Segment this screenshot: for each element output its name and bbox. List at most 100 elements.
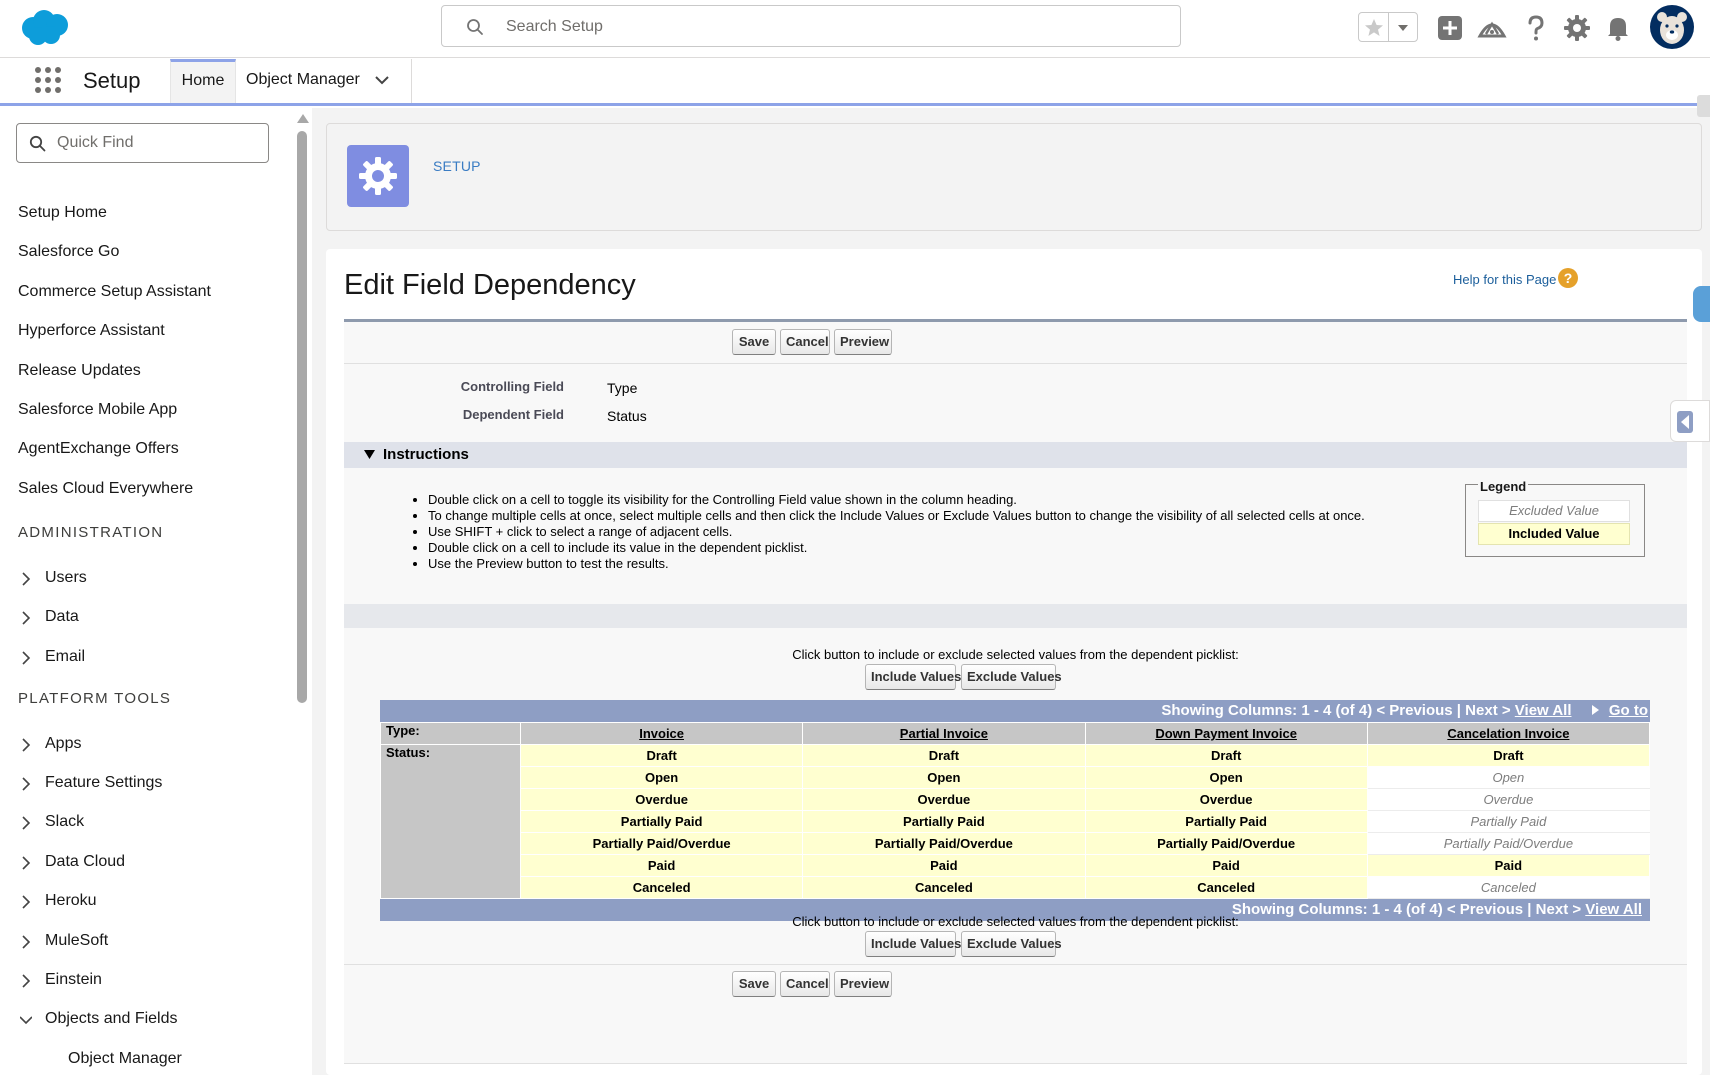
included-value-cell[interactable]: Partially Paid/Overdue: [1084, 832, 1368, 855]
help-for-this-page-link[interactable]: Help for this Page: [1453, 272, 1556, 287]
global-search[interactable]: [441, 5, 1181, 47]
tab-object-manager[interactable]: Object Manager: [236, 59, 412, 103]
preview-button-top[interactable]: Preview: [834, 329, 892, 355]
chevron-right-icon[interactable]: [20, 572, 32, 586]
help-question-icon[interactable]: [1520, 12, 1552, 44]
chevron-right-icon[interactable]: [20, 935, 32, 949]
help-question-icon[interactable]: ?: [1558, 268, 1578, 288]
edit-dependency-card: Edit Field Dependency Help for this Page…: [326, 249, 1702, 1075]
user-avatar[interactable]: [1650, 5, 1694, 49]
gear-icon[interactable]: [1561, 12, 1593, 44]
sidebar-link-sales-cloud-everywhere[interactable]: Sales Cloud Everywhere: [18, 480, 193, 498]
sidebar-link-commerce-setup-assistant[interactable]: Commerce Setup Assistant: [18, 283, 211, 301]
main-content: SETUP Edit Field Dependency Help for thi…: [312, 108, 1710, 1075]
cancel-button-top[interactable]: Cancel: [780, 329, 830, 355]
legend-excluded-value: Excluded Value: [1478, 500, 1630, 522]
include-values-button-bottom[interactable]: Include Values: [865, 931, 961, 957]
collapse-panel-tab[interactable]: [1670, 400, 1710, 442]
included-value-cell[interactable]: Paid: [1366, 854, 1651, 877]
column-header[interactable]: Invoice: [519, 722, 804, 745]
included-value-cell[interactable]: Paid: [519, 854, 804, 877]
excluded-value-cell[interactable]: Open: [1366, 766, 1651, 789]
app-launcher-icon[interactable]: [34, 66, 62, 94]
included-value-cell[interactable]: Canceled: [1084, 876, 1368, 899]
column-header[interactable]: Cancelation Invoice: [1366, 722, 1651, 745]
excluded-value-cell[interactable]: Overdue: [1366, 788, 1651, 811]
chevron-down-icon[interactable]: [374, 74, 390, 86]
included-value-cell[interactable]: Draft: [519, 744, 804, 767]
sidebar-link-agentexchange-offers[interactable]: AgentExchange Offers: [18, 440, 179, 458]
save-button-top[interactable]: Save: [732, 329, 776, 355]
included-value-cell[interactable]: Draft: [1084, 744, 1368, 767]
view-all-link[interactable]: View All: [1515, 702, 1572, 719]
included-value-cell[interactable]: Draft: [1366, 744, 1651, 767]
included-value-cell[interactable]: Partially Paid: [519, 810, 804, 833]
included-value-cell[interactable]: Partially Paid/Overdue: [802, 832, 1086, 855]
quick-find-input[interactable]: [57, 132, 257, 154]
avatar-bear-icon: [1651, 6, 1693, 48]
quick-find-box[interactable]: [16, 123, 269, 163]
included-value-cell[interactable]: Overdue: [1084, 788, 1368, 811]
sidebar-link-hyperforce-assistant[interactable]: Hyperforce Assistant: [18, 322, 165, 340]
chevron-right-icon[interactable]: [20, 895, 32, 909]
exclude-values-button-top[interactable]: Exclude Values: [961, 664, 1062, 690]
cancel-button-bottom[interactable]: Cancel: [780, 971, 830, 997]
sidebar-scroll-thumb[interactable]: [297, 131, 307, 703]
sidebar-link-salesforce-go[interactable]: Salesforce Go: [18, 243, 119, 261]
favorites-dropdown-button[interactable]: [1389, 13, 1417, 41]
scroll-up-arrow-icon[interactable]: [296, 112, 310, 126]
sidebar-tree-label: Apps: [45, 735, 82, 752]
save-button-bottom[interactable]: Save: [732, 971, 776, 997]
included-value-cell[interactable]: Partially Paid/Overdue: [519, 832, 804, 855]
included-value-cell[interactable]: Canceled: [519, 876, 804, 899]
chevron-right-icon[interactable]: [20, 651, 32, 665]
include-values-button-top[interactable]: Include Values: [865, 664, 961, 690]
preview-button-bottom[interactable]: Preview: [834, 971, 892, 997]
notification-bell-icon[interactable]: [1602, 12, 1634, 44]
instruction-item: Use SHIFT + click to select a range of a…: [428, 524, 1432, 540]
sidebar-link-setup-home[interactable]: Setup Home: [18, 204, 107, 222]
trailhead-icon[interactable]: [1476, 12, 1508, 44]
chevron-right-icon[interactable]: [20, 974, 32, 988]
excluded-value-cell[interactable]: Partially Paid/Overdue: [1366, 832, 1651, 855]
triangle-down-icon[interactable]: [364, 450, 375, 460]
excluded-value-cell[interactable]: Canceled: [1366, 876, 1651, 899]
included-value-cell[interactable]: Canceled: [802, 876, 1086, 899]
excluded-value-cell[interactable]: Partially Paid: [1366, 810, 1651, 833]
tab-home[interactable]: Home: [170, 59, 236, 103]
included-value-cell[interactable]: Paid: [1084, 854, 1368, 877]
chevron-right-icon[interactable]: [20, 856, 32, 870]
chevron-down-icon[interactable]: [20, 1013, 32, 1027]
sidebar-link-salesforce-mobile-app[interactable]: Salesforce Mobile App: [18, 401, 177, 419]
included-value-cell[interactable]: Partially Paid: [1084, 810, 1368, 833]
included-value-cell[interactable]: Open: [1084, 766, 1368, 789]
global-search-input[interactable]: [506, 14, 1146, 40]
sidebar-link-object-manager[interactable]: Object Manager: [68, 1050, 182, 1068]
salesforce-logo-icon[interactable]: [18, 8, 72, 46]
sidebar-tree-label: Data: [45, 608, 79, 625]
sidebar-link-release-updates[interactable]: Release Updates: [18, 362, 141, 380]
global-actions-icon[interactable]: [1434, 12, 1466, 44]
instructions-section-header[interactable]: Instructions: [344, 442, 1687, 468]
chevron-right-icon[interactable]: [20, 816, 32, 830]
included-value-cell[interactable]: Open: [519, 766, 804, 789]
pager-status-text[interactable]: Showing Columns: 1 - 4 (of 4) < Previous…: [1161, 702, 1514, 719]
column-header[interactable]: Partial Invoice: [802, 722, 1086, 745]
included-value-cell[interactable]: Overdue: [802, 788, 1086, 811]
included-value-cell[interactable]: Overdue: [519, 788, 804, 811]
chevron-right-icon[interactable]: [20, 738, 32, 752]
divider: [344, 363, 1687, 364]
utility-panel-handle[interactable]: [1697, 95, 1710, 117]
included-value-cell[interactable]: Draft: [802, 744, 1086, 767]
favorite-star-button[interactable]: [1359, 13, 1389, 41]
table-row: Canceled Canceled Canceled Canceled: [381, 876, 1651, 899]
included-value-cell[interactable]: Partially Paid: [802, 810, 1086, 833]
chevron-right-icon[interactable]: [20, 611, 32, 625]
chevron-right-icon[interactable]: [20, 777, 32, 791]
go-to-link[interactable]: Go to: [1609, 702, 1648, 719]
column-header[interactable]: Down Payment Invoice: [1084, 722, 1368, 745]
exclude-values-button-bottom[interactable]: Exclude Values: [961, 931, 1062, 957]
utility-cloud-handle[interactable]: [1693, 286, 1710, 322]
included-value-cell[interactable]: Paid: [802, 854, 1086, 877]
included-value-cell[interactable]: Open: [802, 766, 1086, 789]
